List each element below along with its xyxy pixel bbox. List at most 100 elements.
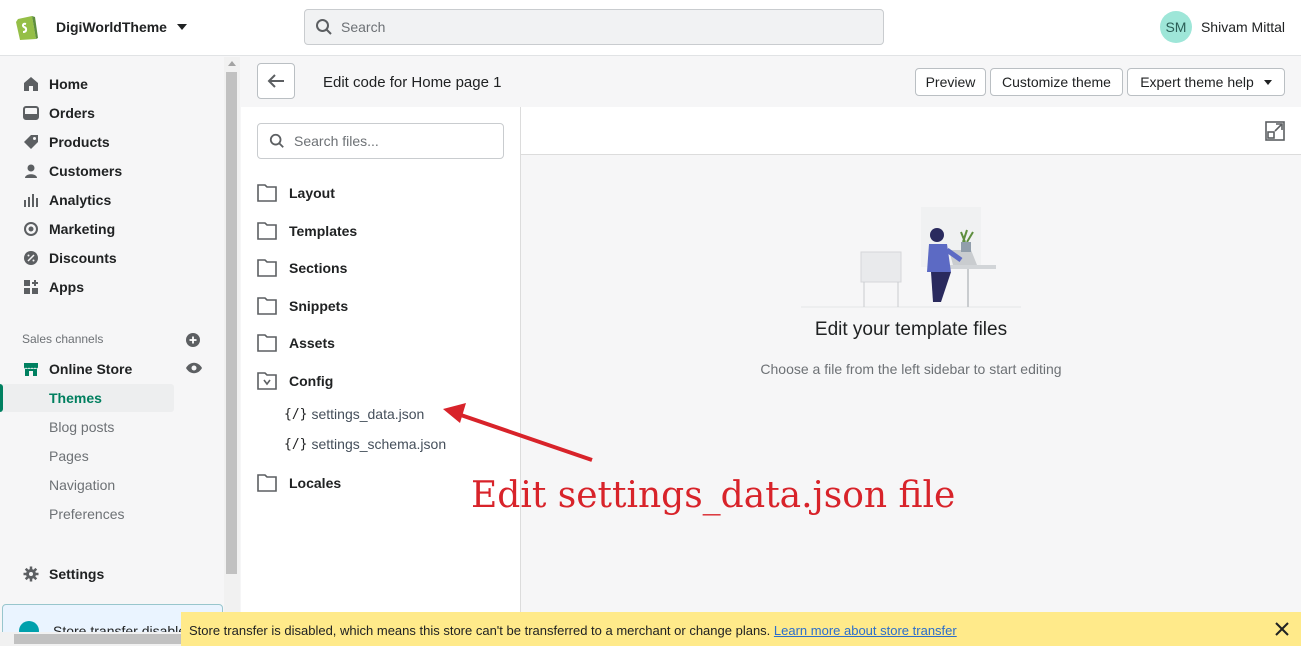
sidebar-item-label: Customers	[49, 163, 123, 179]
empty-state-subtitle: Choose a file from the left sidebar to s…	[760, 361, 1062, 377]
code-editor-area: Edit your template files Choose a file f…	[521, 107, 1301, 612]
customize-theme-button[interactable]: Customize theme	[990, 68, 1123, 96]
sidebar-item-marketing[interactable]: Marketing	[0, 215, 226, 243]
folder-icon	[257, 297, 277, 315]
sidebar-item-label: Discounts	[49, 250, 117, 266]
folder-label: Assets	[289, 335, 335, 351]
top-bar: DigiWorldTheme Search SM Shivam Mittal	[0, 0, 1301, 56]
sidebar-item-label: Navigation	[49, 477, 116, 493]
sidebar-item-settings[interactable]: Settings	[0, 560, 226, 588]
sidebar-item-analytics[interactable]: Analytics	[0, 186, 226, 214]
sidebar-item-products[interactable]: Products	[0, 128, 226, 156]
sidebar-item-customers[interactable]: Customers	[0, 157, 226, 185]
folder-assets[interactable]: Assets	[257, 332, 335, 354]
scroll-up-arrow-icon[interactable]	[228, 61, 236, 66]
expand-icon[interactable]	[1265, 121, 1285, 141]
gear-icon	[22, 565, 40, 583]
sidebar-item-label: Online Store	[49, 361, 133, 377]
preview-button[interactable]: Preview	[915, 68, 986, 96]
expert-help-button[interactable]: Expert theme help	[1127, 68, 1285, 96]
file-label: settings_data.json	[311, 406, 425, 422]
sidebar-item-label: Blog posts	[49, 419, 115, 435]
sidebar: Home Orders Products Customers Analytics…	[0, 57, 226, 646]
sidebar-item-discounts[interactable]: Discounts	[0, 244, 226, 272]
home-icon	[22, 75, 40, 93]
file-search-placeholder: Search files...	[294, 133, 379, 149]
title-prefix: Edit code for	[323, 74, 408, 91]
file-settings-schema-json[interactable]: {/} settings_schema.json	[284, 433, 446, 455]
target-icon	[22, 220, 40, 238]
file-browser: Search files... Layout Templates Section…	[241, 107, 521, 646]
discount-icon	[22, 249, 40, 267]
code-file-icon: {/}	[284, 436, 308, 452]
folder-icon	[257, 474, 277, 492]
banner-message: Store transfer is disabled, which means …	[189, 623, 957, 638]
sidebar-item-blog-posts[interactable]: Blog posts	[0, 413, 226, 441]
sidebar-item-orders[interactable]: Orders	[0, 99, 226, 127]
folder-label: Locales	[289, 475, 342, 491]
user-name: Shivam Mittal	[1200, 19, 1285, 35]
folder-sections[interactable]: Sections	[257, 257, 347, 279]
sidebar-item-themes[interactable]: Themes	[0, 384, 174, 412]
sidebar-item-label: Pages	[49, 448, 89, 464]
sidebar-item-label: Settings	[49, 566, 105, 582]
sidebar-item-navigation[interactable]: Navigation	[0, 471, 226, 499]
folder-config[interactable]: Config	[257, 370, 333, 392]
store-name: DigiWorldTheme	[56, 19, 167, 35]
editor-toolbar	[521, 107, 1301, 155]
empty-state-illustration	[801, 207, 1021, 308]
add-channel-icon[interactable]	[186, 333, 200, 347]
store-switcher[interactable]: DigiWorldTheme	[14, 12, 187, 42]
customize-label: Customize theme	[1002, 74, 1111, 90]
preview-label: Preview	[925, 74, 976, 90]
sidebar-item-label: Products	[49, 134, 110, 150]
search-icon	[269, 133, 284, 148]
learn-more-link[interactable]: Learn more about store transfer	[774, 623, 957, 638]
store-icon	[22, 360, 40, 378]
search-icon	[316, 19, 332, 35]
sidebar-scrollbar-thumb[interactable]	[226, 72, 237, 574]
file-label: settings_schema.json	[311, 436, 447, 452]
sidebar-item-label: Analytics	[49, 192, 112, 208]
folder-templates[interactable]: Templates	[257, 220, 357, 242]
sidebar-item-label: Apps	[49, 279, 84, 295]
folder-icon	[257, 334, 277, 352]
sidebar-item-home[interactable]: Home	[0, 70, 226, 98]
sidebar-item-label: Themes	[49, 390, 102, 406]
banner-text: Store transfer is disabled, which means …	[189, 623, 771, 638]
search-placeholder: Search	[341, 19, 386, 35]
search-input[interactable]: Search	[304, 9, 884, 45]
folder-locales[interactable]: Locales	[257, 472, 341, 494]
store-transfer-banner: Store transfer is disabled, which means …	[181, 612, 1301, 646]
annotation-text: Edit settings_data.json file	[471, 475, 956, 516]
empty-state-title: Edit your template files	[814, 319, 1008, 340]
back-button[interactable]	[257, 63, 295, 99]
folder-icon	[257, 222, 277, 240]
close-icon[interactable]	[1275, 622, 1289, 636]
scrollbar-thumb[interactable]	[14, 634, 184, 644]
arrow-left-icon	[267, 74, 284, 88]
tag-icon	[22, 133, 40, 151]
folder-label: Config	[289, 373, 334, 389]
code-file-icon: {/}	[284, 406, 308, 422]
folder-icon	[257, 184, 277, 202]
active-indicator	[0, 384, 3, 412]
person-icon	[22, 162, 40, 180]
sidebar-item-preferences[interactable]: Preferences	[0, 500, 226, 528]
sidebar-item-pages[interactable]: Pages	[0, 442, 226, 470]
user-menu[interactable]: SM Shivam Mittal	[1159, 11, 1285, 43]
file-search-input[interactable]: Search files...	[257, 123, 504, 159]
sidebar-item-label: Preferences	[49, 506, 125, 522]
avatar: SM	[1159, 11, 1192, 43]
sidebar-item-label: Orders	[49, 105, 95, 121]
expert-label: Expert theme help	[1140, 74, 1254, 90]
eye-icon[interactable]	[185, 362, 203, 374]
file-settings-data-json[interactable]: {/} settings_data.json	[284, 403, 424, 425]
orders-icon	[22, 104, 40, 122]
folder-layout[interactable]: Layout	[257, 182, 335, 204]
chevron-down-icon	[176, 24, 187, 30]
chevron-down-icon	[1263, 79, 1272, 85]
folder-snippets[interactable]: Snippets	[257, 295, 348, 317]
bar-chart-icon	[22, 191, 40, 209]
sidebar-item-apps[interactable]: Apps	[0, 273, 226, 301]
